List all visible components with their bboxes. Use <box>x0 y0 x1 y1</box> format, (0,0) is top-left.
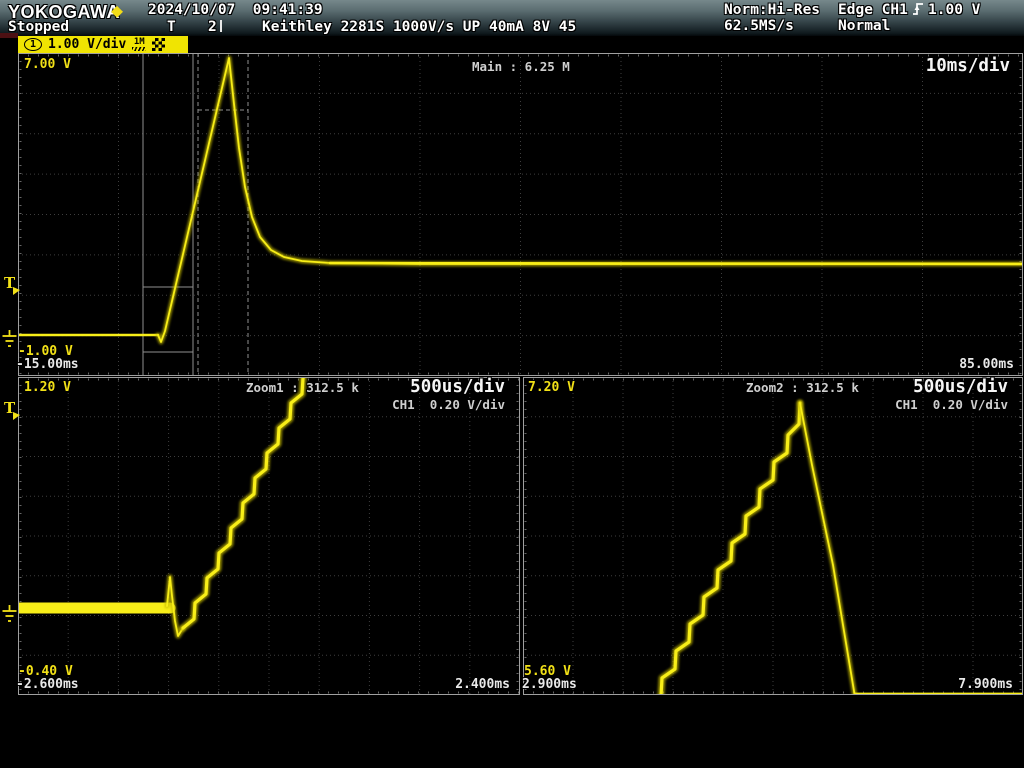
zoom1-record-label: Zoom1 : 312.5 k <box>246 380 359 395</box>
main-time-right: 85.00ms <box>959 357 1014 372</box>
main-record-length: Main : 6.25 M <box>472 59 570 74</box>
oscilloscope-screen: YOKOGAWA ◆ 2024/10/07 09:41:39 Norm:Hi-R… <box>0 0 1024 768</box>
scope-canvas <box>0 0 1024 768</box>
trigger-level-marker-main[interactable]: T <box>4 276 15 290</box>
trigger-level-marker-zoom1[interactable]: T <box>4 401 15 415</box>
zoom2-time-right: 7.900ms <box>958 677 1013 692</box>
zoom2-timebase: 500us/div <box>913 377 1008 397</box>
zoom1-channel-scale: CH1 0.20 V/div <box>392 397 505 412</box>
main-timebase: 10ms/div <box>926 56 1010 76</box>
zoom2-record-label: Zoom2 : 312.5 k <box>746 380 859 395</box>
zoom1-time-left: -2.600ms <box>16 677 79 692</box>
ground-marker-main[interactable] <box>1 329 18 353</box>
ground-marker-zoom1[interactable] <box>1 604 18 628</box>
zoom1-time-right: 2.400ms <box>455 677 510 692</box>
zoom2-voltage-top: 7.20 V <box>528 380 575 395</box>
zoom1-voltage-top: 1.20 V <box>24 380 71 395</box>
zoom1-timebase: 500us/div <box>410 377 505 397</box>
main-voltage-top: 7.00 V <box>24 57 71 72</box>
main-time-left: -15.00ms <box>16 357 79 372</box>
zoom2-time-left: 2.900ms <box>522 677 577 692</box>
zoom2-channel-scale: CH1 0.20 V/div <box>895 397 1008 412</box>
